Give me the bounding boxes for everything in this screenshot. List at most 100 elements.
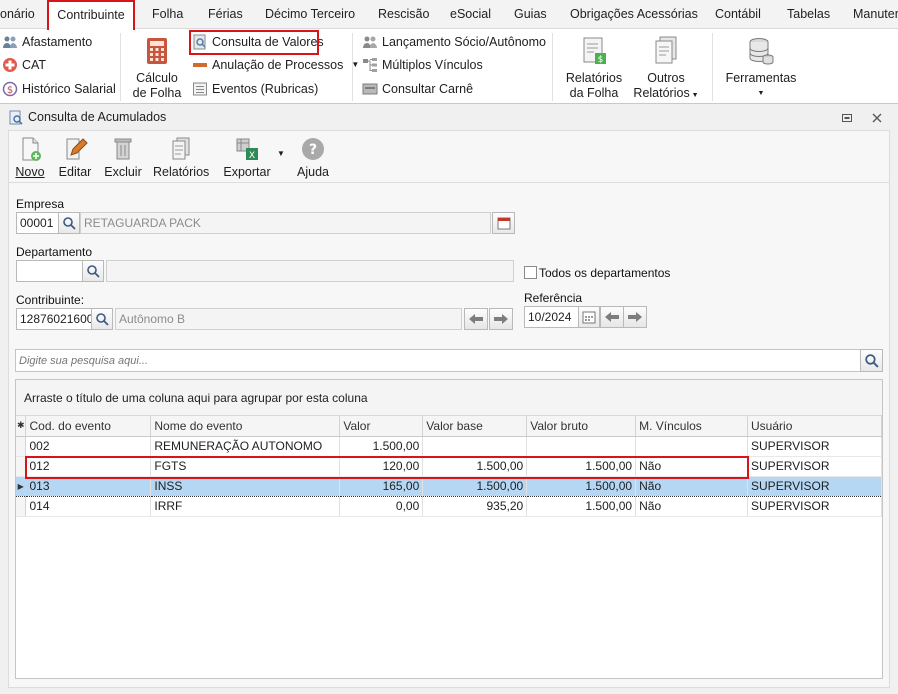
cell-cod: 012 (25, 456, 152, 477)
menu-item-contribuinte[interactable]: Contribuinte (47, 0, 135, 30)
cat-button[interactable]: CAT (2, 55, 46, 75)
ferramentas-button[interactable]: Ferramentas ▼ (722, 35, 800, 101)
referencia-input[interactable]: 10/2024 (524, 306, 579, 328)
row-indicator (16, 456, 27, 477)
search-input[interactable] (15, 349, 861, 372)
referencia-prev-button[interactable] (600, 306, 624, 328)
header-cod[interactable]: Cod. do evento (25, 416, 152, 437)
referencia-next-button[interactable] (623, 306, 647, 328)
cat-label: CAT (22, 58, 47, 72)
header-valor[interactable]: Valor (339, 416, 424, 437)
cell-cod: 013 (25, 475, 152, 497)
consultar-carne-button[interactable]: Consultar Carnê (362, 79, 473, 99)
close-window-icon[interactable] (870, 111, 884, 125)
menu-item-guias[interactable]: Guias (514, 0, 547, 28)
menu-bar: onário Contribuinte Folha Férias Décimo … (0, 0, 898, 30)
outros-relatorios-button[interactable]: Outros Relatórios ▼ (632, 35, 700, 103)
table-row[interactable]: 012 FGTS 120,00 1.500,00 1.500,00 Não SU… (16, 456, 882, 477)
ajuda-button[interactable]: ? Ajuda (293, 135, 333, 179)
minus-bar-icon (193, 63, 207, 67)
menu-item-tabelas[interactable]: Tabelas (787, 0, 830, 28)
events-table: ✱ Cod. do evento Nome do evento Valor Va… (16, 416, 882, 517)
relatorios-folha-button[interactable]: $ Relatórios da Folha (560, 35, 628, 101)
header-valor-bruto[interactable]: Valor bruto (526, 416, 637, 437)
cell-valor: 1.500,00 (339, 436, 424, 457)
lancamento-socio-label: Lançamento Sócio/Autônomo (382, 35, 546, 49)
eventos-rubricas-button[interactable]: Eventos (Rubricas) (192, 79, 318, 99)
departamento-code-input[interactable] (16, 260, 83, 282)
ribbon: Afastamento CAT $ Histórico Salarial Cál… (0, 28, 898, 104)
search-button[interactable] (860, 349, 883, 372)
documents-icon (655, 36, 677, 64)
new-document-icon (22, 137, 41, 161)
empresa-search-button[interactable] (58, 212, 80, 234)
cell-vinculos: Não (635, 456, 749, 477)
header-vinculos[interactable]: M. Vínculos (635, 416, 749, 437)
menu-item-folha[interactable]: Folha (152, 0, 183, 28)
empresa-calendar-button[interactable] (492, 212, 515, 234)
table-row[interactable]: 002 REMUNERAÇÃO AUTONOMO 1.500,00 SUPERV… (16, 436, 882, 457)
empresa-code-input[interactable]: 00001 (16, 212, 59, 234)
exportar-dropdown-icon[interactable]: ▼ (277, 149, 285, 158)
contribuinte-search-button[interactable] (91, 308, 113, 330)
consultar-carne-label: Consultar Carnê (382, 82, 474, 96)
cell-vinculos (635, 436, 749, 457)
table-row-selected[interactable]: ▶ 013 INSS 165,00 1.500,00 1.500,00 Não … (16, 475, 882, 497)
calculo-folha-button[interactable]: Cálculo de Folha (128, 35, 186, 101)
menu-item-rescisao[interactable]: Rescisão (378, 0, 429, 28)
search-icon (87, 265, 100, 278)
cell-usuario: SUPERVISOR (747, 475, 882, 497)
multiplos-vinculos-button[interactable]: Múltiplos Vínculos (362, 55, 483, 75)
excluir-button[interactable]: Excluir (103, 135, 143, 179)
exportar-button[interactable]: X Exportar (221, 135, 273, 179)
relatorios-button[interactable]: Relatórios (153, 135, 209, 179)
menu-item-manutencao[interactable]: Manuten (853, 0, 898, 28)
editar-button[interactable]: Editar (57, 135, 93, 179)
exportar-label: Exportar (223, 165, 271, 179)
menu-item-contabil[interactable]: Contábil (715, 0, 761, 28)
help-icon: ? (302, 138, 324, 160)
search-icon (865, 354, 879, 368)
edit-pencil-icon (66, 138, 88, 160)
contribuinte-label: Contribuinte: (16, 293, 85, 307)
cell-valor: 0,00 (339, 496, 424, 517)
cell-valor-bruto: 1.500,00 (526, 475, 637, 497)
todos-departamentos-checkbox[interactable] (524, 266, 537, 279)
afastamento-button[interactable]: Afastamento (2, 32, 92, 52)
menu-item-ferias[interactable]: Férias (208, 0, 243, 28)
contribuinte-prev-button[interactable] (464, 308, 488, 330)
form-panel: Empresa 00001 RETAGUARDA PACK Departamen… (8, 182, 890, 688)
cell-cod: 014 (25, 496, 152, 517)
departamento-label: Departamento (16, 245, 93, 259)
menu-item-decimo-terceiro[interactable]: Décimo Terceiro (265, 0, 355, 28)
referencia-calendar-button[interactable] (578, 306, 600, 328)
historico-salarial-button[interactable]: $ Histórico Salarial (2, 79, 116, 99)
consulta-valores-button[interactable]: Consulta de Valores (192, 32, 324, 52)
restore-window-icon[interactable] (840, 111, 854, 125)
header-nome[interactable]: Nome do evento (150, 416, 341, 437)
lancamento-socio-button[interactable]: Lançamento Sócio/Autônomo (362, 32, 546, 52)
todos-departamentos-label: Todos os departamentos (539, 266, 671, 280)
data-grid: Arraste o título de uma coluna aqui para… (15, 379, 883, 679)
anulacao-processos-button[interactable]: Anulação de Processos ▼ (192, 55, 359, 75)
header-valor-base[interactable]: Valor base (422, 416, 528, 437)
menu-item-obrigacoes[interactable]: Obrigações Acessórias (570, 0, 698, 28)
table-row[interactable]: 014 IRRF 0,00 935,20 1.500,00 Não SUPERV… (16, 496, 882, 517)
menu-item-esocial[interactable]: eSocial (450, 0, 491, 28)
arrow-right-icon (628, 312, 642, 322)
contribuinte-next-button[interactable] (489, 308, 513, 330)
search-icon (63, 217, 76, 230)
novo-button[interactable]: Novo (15, 135, 45, 179)
menu-item-funcionario[interactable]: onário (0, 0, 35, 28)
cell-usuario: SUPERVISOR (747, 456, 882, 477)
group-panel[interactable]: Arraste o título de uma coluna aqui para… (16, 380, 882, 416)
departamento-search-button[interactable] (82, 260, 104, 282)
header-usuario[interactable]: Usuário (747, 416, 882, 437)
report-icon (172, 137, 190, 160)
relatorios-folha-label-2: da Folha (569, 86, 619, 100)
people-icon (363, 36, 377, 48)
cell-nome: INSS (150, 475, 341, 497)
editar-label: Editar (58, 165, 92, 179)
contribuinte-code-input[interactable]: 12876021600 (16, 308, 92, 330)
historico-salarial-label: Histórico Salarial (22, 82, 116, 96)
